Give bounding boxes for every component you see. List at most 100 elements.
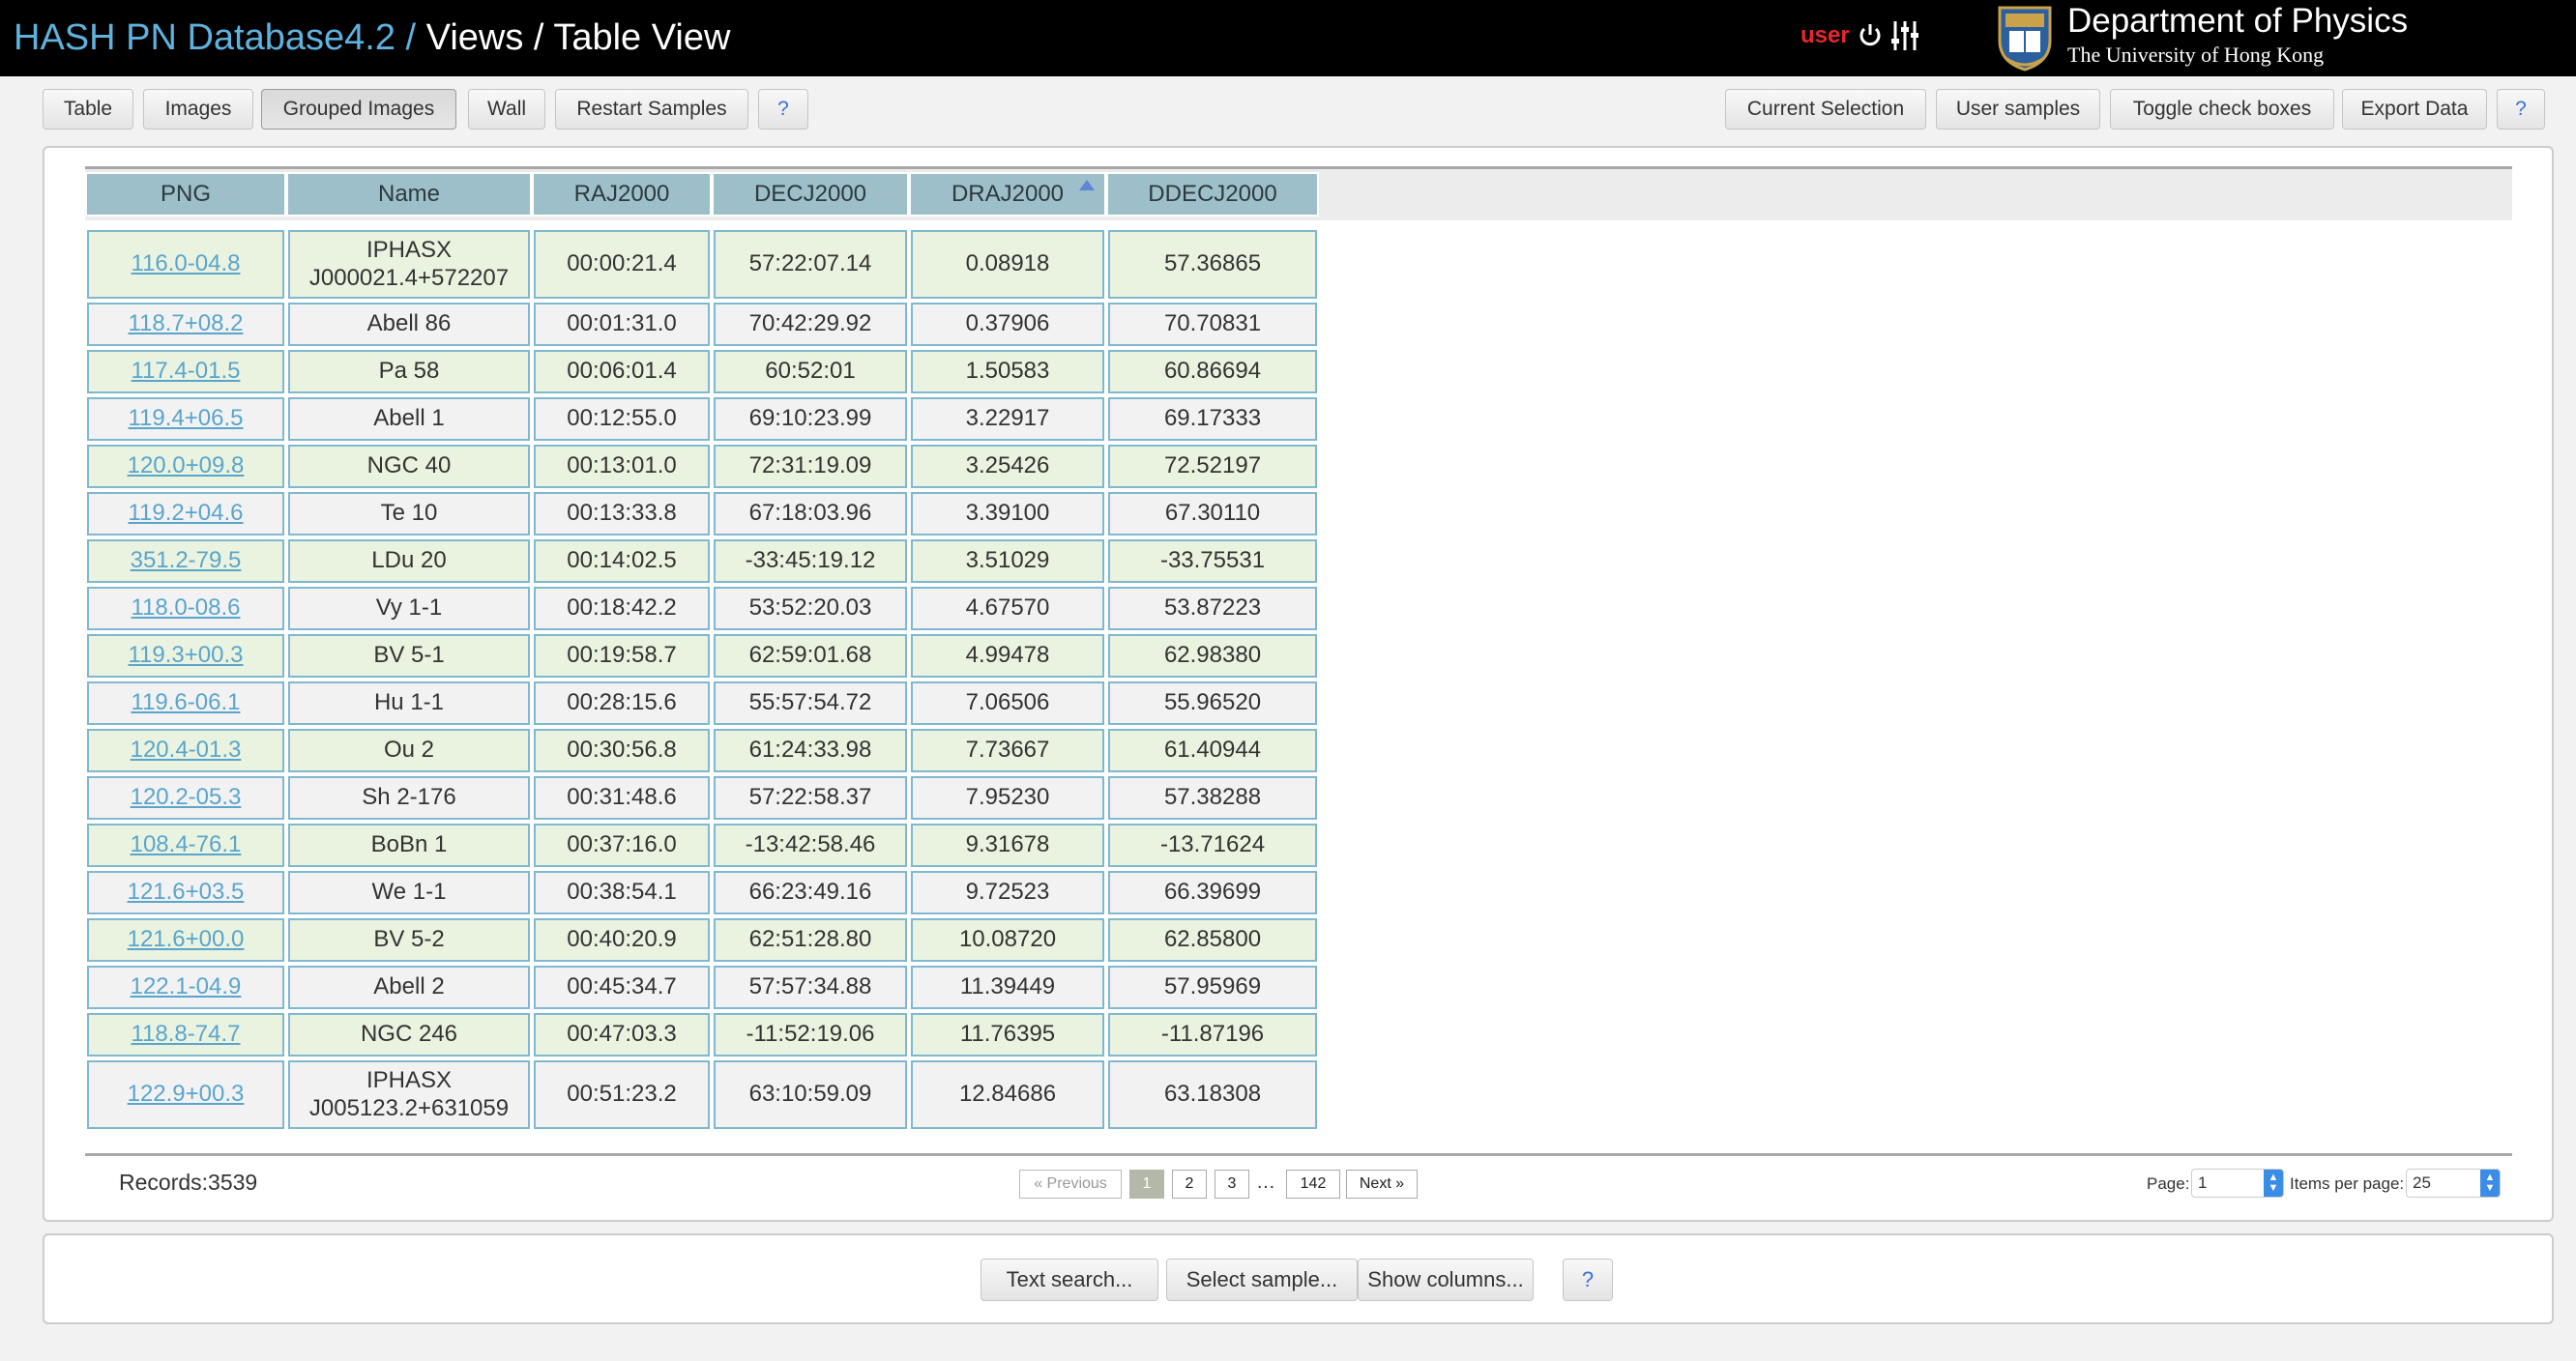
help-button-left[interactable]: ? bbox=[758, 89, 808, 130]
next-page-button[interactable]: Next » bbox=[1346, 1170, 1418, 1199]
cell-raj2000: 00:06:01.4 bbox=[534, 350, 710, 393]
settings-sliders-icon[interactable] bbox=[1890, 19, 1919, 52]
cell-draj2000: 3.39100 bbox=[911, 492, 1104, 536]
cell-name: Abell 2 bbox=[288, 966, 530, 1009]
cell-draj2000: 12.84686 bbox=[911, 1060, 1104, 1129]
png-link[interactable]: 119.2+04.6 bbox=[128, 500, 243, 528]
table-row: 121.6+03.5 We 1-1 00:38:54.1 66:23:49.16 9.7… bbox=[85, 869, 1319, 916]
cell-draj2000: 10.08720 bbox=[911, 918, 1104, 962]
page-last-button[interactable]: 142 bbox=[1286, 1170, 1340, 1199]
items-per-page-select[interactable]: 25 ▲ ▼ bbox=[2406, 1169, 2501, 1198]
cell-decj2000-text: 70:42:29.92 bbox=[748, 310, 872, 337]
png-link[interactable]: 118.7+08.2 bbox=[128, 310, 243, 338]
png-link[interactable]: 351.2-79.5 bbox=[131, 547, 242, 575]
cell-ddecj2000: 70.70831 bbox=[1108, 303, 1317, 346]
text-search-button[interactable]: Text search... bbox=[981, 1259, 1158, 1301]
department-text: Department of Physics The University of … bbox=[2067, 3, 2408, 66]
cell-decj2000-text: -33:45:19.12 bbox=[745, 547, 876, 574]
table-row: 121.6+00.0 BV 5-2 00:40:20.9 62:51:28.80 10.… bbox=[85, 916, 1319, 964]
column-header-decj2000[interactable]: DECJ2000 bbox=[712, 172, 909, 217]
column-header-draj2000[interactable]: DRAJ2000 bbox=[909, 172, 1106, 217]
png-link[interactable]: 118.0-08.6 bbox=[132, 594, 241, 623]
cell-ddecj2000: 72.52197 bbox=[1108, 445, 1317, 488]
png-link[interactable]: 119.3+00.3 bbox=[128, 642, 243, 670]
page-1-button[interactable]: 1 bbox=[1129, 1170, 1164, 1199]
column-header-raj2000[interactable]: RAJ2000 bbox=[532, 172, 712, 217]
toggle-check-boxes-button[interactable]: Toggle check boxes bbox=[2110, 89, 2334, 130]
png-link[interactable]: 120.0+09.8 bbox=[128, 452, 245, 480]
cell-decj2000: 55:57:54.72 bbox=[714, 681, 907, 725]
show-columns-button[interactable]: Show columns... bbox=[1358, 1259, 1534, 1301]
table-row: 118.0-08.6 Vy 1-1 00:18:42.2 53:52:20.03 4.6… bbox=[85, 585, 1319, 632]
png-link[interactable]: 122.9+00.3 bbox=[128, 1081, 245, 1109]
png-link[interactable]: 122.1-04.9 bbox=[131, 973, 242, 1001]
png-link[interactable]: 117.4-01.5 bbox=[132, 358, 241, 386]
png-link[interactable]: 119.6-06.1 bbox=[132, 689, 241, 717]
export-data-button[interactable]: Export Data bbox=[2342, 89, 2487, 130]
png-link[interactable]: 120.4-01.3 bbox=[131, 737, 242, 765]
cell-raj2000-text: 00:51:23.2 bbox=[567, 1081, 677, 1108]
user-samples-button[interactable]: User samples bbox=[1936, 89, 2100, 130]
view-images-button[interactable]: Images bbox=[143, 89, 253, 130]
spinner-arrows-icon[interactable]: ▲ ▼ bbox=[2264, 1170, 2283, 1197]
current-selection-button[interactable]: Current Selection bbox=[1725, 89, 1926, 130]
view-grouped-images-button[interactable]: Grouped Images bbox=[261, 89, 456, 130]
sort-ascending-icon bbox=[1079, 180, 1095, 190]
cell-name-text: Hu 1-1 bbox=[373, 689, 445, 716]
cell-ddecj2000: 69.17333 bbox=[1108, 397, 1317, 441]
select-sample-button[interactable]: Select sample... bbox=[1166, 1259, 1358, 1301]
cell-name: Abell 1 bbox=[288, 397, 530, 441]
app-title: HASH PN Database4.2 / Views / Table View bbox=[14, 17, 730, 59]
view-table-button[interactable]: Table bbox=[43, 89, 133, 130]
table-row: 116.0-04.8 IPHASX J000021.4+572207 00:00:2… bbox=[85, 228, 1319, 301]
png-link[interactable]: 118.8-74.7 bbox=[132, 1021, 241, 1049]
cell-raj2000-text: 00:12:55.0 bbox=[567, 405, 677, 432]
cell-raj2000: 00:14:02.5 bbox=[534, 539, 710, 583]
search-help-button[interactable]: ? bbox=[1563, 1259, 1613, 1301]
cell-decj2000: 66:23:49.16 bbox=[714, 871, 907, 914]
png-link[interactable]: 119.4+06.5 bbox=[128, 405, 243, 433]
cell-ddecj2000-text: 61.40944 bbox=[1163, 737, 1262, 764]
power-icon[interactable] bbox=[1858, 22, 1883, 49]
cell-raj2000: 00:45:34.7 bbox=[534, 966, 710, 1009]
png-link[interactable]: 108.4-76.1 bbox=[131, 831, 242, 859]
cell-name: We 1-1 bbox=[288, 871, 530, 914]
cell-decj2000-text: 69:10:23.99 bbox=[748, 405, 872, 432]
help-button-right[interactable]: ? bbox=[2497, 89, 2545, 130]
cell-name: IPHASX J000021.4+572207 bbox=[288, 230, 530, 299]
cell-draj2000: 4.67570 bbox=[911, 587, 1104, 630]
cell-name-text: We 1-1 bbox=[371, 879, 447, 906]
page-2-button[interactable]: 2 bbox=[1172, 1170, 1207, 1199]
cell-draj2000-text: 4.99478 bbox=[965, 642, 1050, 669]
png-link[interactable]: 120.2-05.3 bbox=[131, 784, 242, 812]
cell-ddecj2000: -33.75531 bbox=[1108, 539, 1317, 583]
png-link[interactable]: 116.0-04.8 bbox=[132, 250, 241, 278]
cell-ddecj2000: 57.95969 bbox=[1108, 966, 1317, 1009]
page-3-button[interactable]: 3 bbox=[1215, 1170, 1249, 1199]
column-header-png[interactable]: PNG bbox=[85, 172, 286, 217]
cell-raj2000: 00:19:58.7 bbox=[534, 634, 710, 678]
png-link[interactable]: 121.6+03.5 bbox=[128, 879, 245, 907]
spinner-arrows-icon[interactable]: ▲ ▼ bbox=[2480, 1170, 2500, 1197]
user-label[interactable]: user bbox=[1800, 22, 1850, 49]
column-header-ddecj2000[interactable]: DDECJ2000 bbox=[1106, 172, 1319, 217]
previous-page-button[interactable]: « Previous bbox=[1019, 1170, 1122, 1199]
png-link[interactable]: 121.6+00.0 bbox=[128, 926, 245, 954]
cell-draj2000: 3.51029 bbox=[911, 539, 1104, 583]
page-number-input[interactable]: 1 ▲ ▼ bbox=[2191, 1169, 2284, 1198]
app-title-link[interactable]: HASH PN Database4.2 / bbox=[14, 17, 416, 58]
restart-samples-button[interactable]: Restart Samples bbox=[555, 89, 748, 130]
table-row: 122.9+00.3 IPHASX J005123.2+631059 00:51:2… bbox=[85, 1058, 1319, 1131]
view-wall-button[interactable]: Wall bbox=[468, 89, 545, 130]
column-header-name[interactable]: Name bbox=[286, 172, 532, 217]
page-ellipsis: … bbox=[1256, 1172, 1275, 1193]
cell-decj2000: 62:59:01.68 bbox=[714, 634, 907, 678]
cell-ddecj2000: 57.38288 bbox=[1108, 776, 1317, 820]
cell-draj2000-text: 3.25426 bbox=[965, 452, 1050, 479]
cell-png: 121.6+03.5 bbox=[87, 871, 284, 914]
cell-decj2000: 53:52:20.03 bbox=[714, 587, 907, 630]
cell-png: 122.1-04.9 bbox=[87, 966, 284, 1009]
cell-raj2000: 00:37:16.0 bbox=[534, 824, 710, 867]
cell-decj2000: 62:51:28.80 bbox=[714, 918, 907, 962]
cell-decj2000: 60:52:01 bbox=[714, 350, 907, 393]
